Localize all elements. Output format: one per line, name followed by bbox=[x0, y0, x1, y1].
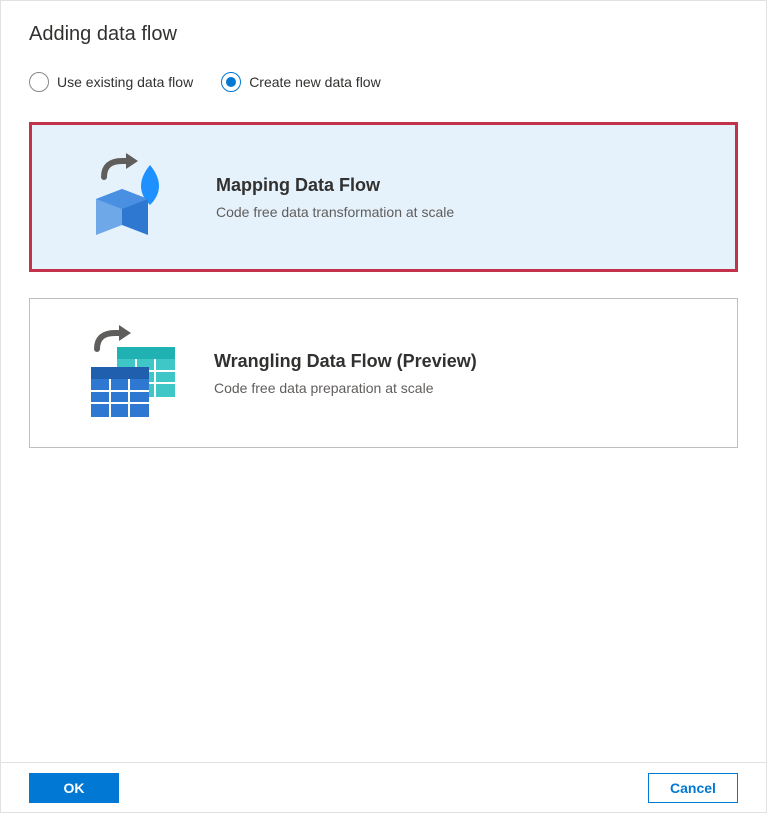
dialog-title: Adding data flow bbox=[29, 23, 738, 46]
card-wrangling-desc: Code free data preparation at scale bbox=[214, 380, 713, 396]
radio-dot-icon bbox=[226, 77, 236, 87]
radio-icon-unchecked bbox=[29, 72, 49, 92]
radio-icon-checked bbox=[221, 72, 241, 92]
radio-label-existing: Use existing data flow bbox=[57, 74, 193, 90]
ok-button[interactable]: OK bbox=[29, 773, 119, 803]
card-wrangling-text: Wrangling Data Flow (Preview) Code free … bbox=[214, 351, 713, 396]
card-wrangling-data-flow[interactable]: Wrangling Data Flow (Preview) Code free … bbox=[29, 298, 738, 448]
card-mapping-desc: Code free data transformation at scale bbox=[216, 204, 711, 220]
card-list: Mapping Data Flow Code free data transfo… bbox=[1, 116, 766, 454]
radio-use-existing[interactable]: Use existing data flow bbox=[29, 72, 193, 92]
card-wrangling-title: Wrangling Data Flow (Preview) bbox=[214, 351, 713, 372]
radio-group: Use existing data flow Create new data f… bbox=[1, 56, 766, 116]
cancel-button[interactable]: Cancel bbox=[648, 773, 738, 803]
card-mapping-title: Mapping Data Flow bbox=[216, 175, 711, 196]
radio-label-create: Create new data flow bbox=[249, 74, 381, 90]
dialog-footer: OK Cancel bbox=[1, 762, 766, 812]
wrangling-flow-icon bbox=[54, 323, 214, 423]
dialog-header: Adding data flow bbox=[1, 1, 766, 56]
card-mapping-data-flow[interactable]: Mapping Data Flow Code free data transfo… bbox=[29, 122, 738, 272]
card-mapping-text: Mapping Data Flow Code free data transfo… bbox=[216, 175, 711, 220]
mapping-flow-icon bbox=[56, 147, 216, 247]
radio-create-new[interactable]: Create new data flow bbox=[221, 72, 381, 92]
